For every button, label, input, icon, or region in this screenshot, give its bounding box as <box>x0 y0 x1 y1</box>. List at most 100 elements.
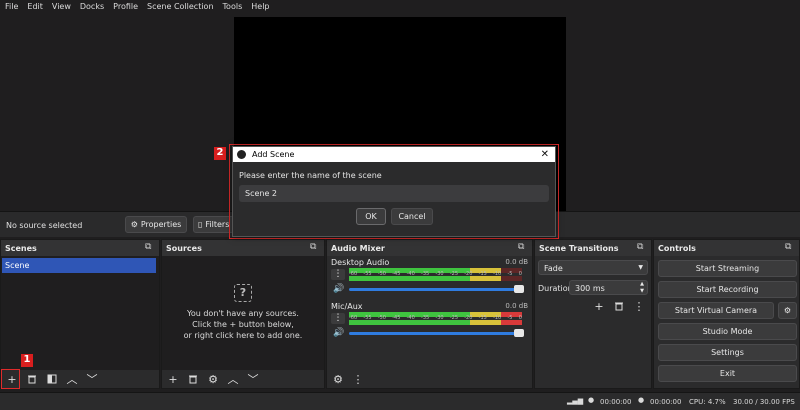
volume-slider[interactable] <box>349 285 524 293</box>
step-badge-1: 1 <box>21 354 33 367</box>
add-scene-dialog: Add Scene ✕ Please enter the name of the… <box>232 146 556 237</box>
menu-file[interactable]: File <box>5 2 18 11</box>
spin-arrows-icon[interactable]: ▲ ▼ <box>640 281 644 295</box>
duration-spinbox[interactable]: 300 ms ▲ ▼ <box>569 280 648 295</box>
chevron-down-icon[interactable]: ﹀ <box>246 372 260 386</box>
stream-status-icon: ● <box>588 396 595 404</box>
sources-dock: Sources ⧉ ? You don't have any sources. … <box>161 239 325 389</box>
trash-icon[interactable] <box>612 299 626 313</box>
status-bar: ▂▄▆ ● 00:00:00 ● 00:00:00 CPU: 4.7% 30.0… <box>0 392 800 410</box>
dialog-prompt: Please enter the name of the scene <box>239 171 382 180</box>
audio-mixer-dock: Audio Mixer ⧉ Desktop Audio 0.0 dB ⋮ -60… <box>326 239 533 389</box>
chevron-down-icon: ▼ <box>638 264 643 271</box>
properties-button[interactable]: ⚙ Properties <box>125 216 187 233</box>
add-transition-icon[interactable]: + <box>592 299 606 313</box>
transition-selected: Fade <box>544 264 563 273</box>
chevron-up-icon[interactable]: ︿ <box>65 372 79 386</box>
fps-readout: 30.00 / 30.00 FPS <box>733 398 795 406</box>
kebab-menu-icon[interactable]: ⋮ <box>331 313 345 324</box>
menu-view[interactable]: View <box>52 2 71 11</box>
undock-icon[interactable]: ⧉ <box>518 243 528 252</box>
slider-knob[interactable] <box>514 329 524 337</box>
virtual-camera-settings-icon[interactable]: ⚙ <box>778 302 797 319</box>
undock-icon[interactable]: ⧉ <box>785 243 795 252</box>
scenes-toolbar: + ︿ ﹀ <box>1 370 159 388</box>
kebab-menu-icon[interactable]: ⋮ <box>331 269 345 280</box>
scene-transitions-dock: Scene Transitions ⧉ Fade ▼ Duration 300 … <box>534 239 652 389</box>
meter-tick-label: -15 <box>478 315 487 321</box>
transition-select[interactable]: Fade ▼ <box>538 260 648 275</box>
undock-icon[interactable]: ⧉ <box>145 243 155 252</box>
sources-toolbar: + ⚙ ︿ ﹀ <box>162 370 324 388</box>
meter-tick-label: 0 <box>518 315 522 321</box>
menu-help[interactable]: Help <box>251 2 269 11</box>
volume-slider[interactable] <box>349 329 524 337</box>
meter-tick-label: -50 <box>377 315 386 321</box>
chevron-up-icon[interactable]: ︿ <box>226 372 240 386</box>
slider-knob[interactable] <box>514 285 524 293</box>
scene-item[interactable]: Scene <box>2 258 156 273</box>
channel-db: 0.0 dB <box>505 302 528 310</box>
menu-docks[interactable]: Docks <box>80 2 104 11</box>
start-streaming-button[interactable]: Start Streaming <box>658 260 797 277</box>
controls-title: Controls <box>654 240 799 256</box>
scenes-list: Scene <box>1 256 159 370</box>
undock-icon[interactable]: ⧉ <box>637 243 647 252</box>
meter-tick-label: -20 <box>464 315 473 321</box>
meter-tick-label: -20 <box>464 271 473 277</box>
obs-logo-icon <box>237 150 246 159</box>
trash-icon[interactable] <box>25 372 39 386</box>
meter-tick-label: -60 <box>349 271 358 277</box>
gear-icon[interactable]: ⚙ <box>206 372 220 386</box>
exit-button[interactable]: Exit <box>658 365 797 382</box>
mixer-toolbar: ⚙ ⋮ <box>327 370 532 388</box>
settings-button[interactable]: Settings <box>658 344 797 361</box>
meter-tick-label: -35 <box>421 315 430 321</box>
sources-empty-state: ? You don't have any sources. Click the … <box>162 284 324 341</box>
kebab-menu-icon[interactable]: ⋮ <box>351 372 365 386</box>
properties-label: Properties <box>140 220 182 229</box>
cpu-usage: CPU: 4.7% <box>689 398 726 406</box>
menu-edit[interactable]: Edit <box>27 2 43 11</box>
start-virtual-camera-button[interactable]: Start Virtual Camera <box>658 302 774 319</box>
mixer-channel-desktop: Desktop Audio 0.0 dB ⋮ -60 -55 -50 -45 -40 -3… <box>331 258 528 302</box>
meter-tick-label: -5 <box>507 271 513 277</box>
kebab-menu-icon[interactable]: ⋮ <box>632 299 646 313</box>
question-icon: ? <box>234 284 252 302</box>
scenes-title: Scenes <box>1 240 159 256</box>
mixer-settings-icon[interactable]: ⚙ <box>331 372 345 386</box>
meter-tick-label: -5 <box>507 315 513 321</box>
meter-tick-label: -35 <box>421 271 430 277</box>
scene-filters-icon[interactable] <box>45 372 59 386</box>
meter-tick-label: -45 <box>392 315 401 321</box>
sources-empty-line1: You don't have any sources. <box>187 309 299 318</box>
meter-scale: -60 -55 -50 -45 -40 -35 -30 -25 -20 -15 -10 -5 0 <box>349 315 522 321</box>
no-source-label: No source selected <box>6 221 83 230</box>
record-time: 00:00:00 <box>650 398 682 406</box>
menu-profile[interactable]: Profile <box>113 2 138 11</box>
undock-icon[interactable]: ⧉ <box>310 243 320 252</box>
menu-tools[interactable]: Tools <box>223 2 243 11</box>
chevron-down-icon[interactable]: ﹀ <box>85 372 99 386</box>
sources-list[interactable]: ? You don't have any sources. Click the … <box>162 256 324 370</box>
meter-tick-label: -40 <box>406 315 415 321</box>
close-icon[interactable]: ✕ <box>541 149 549 160</box>
menu-scene-collection[interactable]: Scene Collection <box>147 2 214 11</box>
ok-button[interactable]: OK <box>356 208 386 225</box>
filter-icon: ▯ <box>198 220 203 229</box>
add-source-icon[interactable]: + <box>166 372 180 386</box>
studio-mode-button[interactable]: Studio Mode <box>658 323 797 340</box>
cancel-button[interactable]: Cancel <box>391 208 433 225</box>
speaker-icon[interactable]: 🔊 <box>333 284 344 294</box>
trash-icon[interactable] <box>186 372 200 386</box>
annotation-highlight-add-scene <box>1 369 20 389</box>
meter-tick-label: -25 <box>449 271 459 277</box>
channel-name: Mic/Aux <box>331 302 363 311</box>
dialog-titlebar: Add Scene ✕ <box>233 147 555 162</box>
channel-name: Desktop Audio <box>331 258 390 267</box>
scene-name-input[interactable]: Scene 2 <box>239 185 549 202</box>
meter-tick-label: -15 <box>478 271 487 277</box>
start-recording-button[interactable]: Start Recording <box>658 281 797 298</box>
meter-tick-label: -25 <box>449 315 459 321</box>
speaker-icon[interactable]: 🔊 <box>333 328 344 338</box>
